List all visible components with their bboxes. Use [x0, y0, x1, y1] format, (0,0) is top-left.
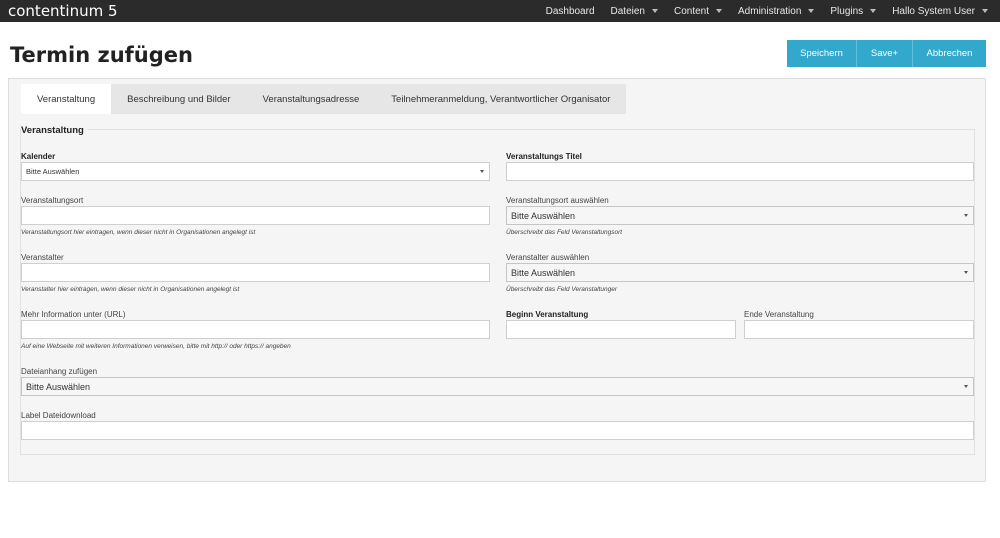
nav-plugins-label: Plugins — [830, 5, 864, 17]
veranstalter-select-hint: Überschreibt das Feld Veranstaltunger — [506, 286, 618, 293]
veranstalter-input[interactable] — [21, 263, 490, 282]
ort-input[interactable] — [21, 206, 490, 225]
kalender-label: Kalender — [21, 152, 56, 161]
chevron-down-icon — [651, 9, 658, 13]
nav-user-label: Hallo System User — [892, 5, 975, 17]
main-nav: Dashboard Dateien Content Administration… — [530, 0, 988, 22]
anhang-value: Bitte Auswählen — [26, 381, 91, 392]
nav-administration[interactable]: Administration — [738, 5, 815, 17]
nav-dashboard-label: Dashboard — [545, 5, 595, 17]
titel-label: Veranstaltungs Titel — [506, 152, 582, 161]
save-plus-button[interactable]: Save+ — [857, 40, 913, 67]
tab-bar: Veranstaltung Beschreibung und Bilder Ve… — [21, 84, 627, 114]
url-input[interactable] — [21, 320, 490, 339]
cancel-button[interactable]: Abbrechen — [913, 40, 986, 67]
url-hint: Auf eine Webseite mit weiteren Informati… — [21, 343, 291, 350]
veranstalter-label: Veranstalter — [21, 253, 64, 262]
tab-teilnehmer[interactable]: Teilnehmeranmeldung, Verantwortlicher Or… — [375, 84, 627, 114]
anhang-select[interactable]: Bitte Auswählen — [21, 377, 974, 396]
veranstalter-select[interactable]: Bitte Auswählen — [506, 263, 974, 282]
nav-dashboard[interactable]: Dashboard — [546, 6, 595, 17]
nav-plugins[interactable]: Plugins — [830, 5, 877, 17]
tab-veranstaltung[interactable]: Veranstaltung — [21, 84, 112, 114]
nav-content[interactable]: Content — [673, 5, 723, 17]
tab-beschreibung[interactable]: Beschreibung und Bilder — [111, 84, 247, 114]
kalender-value: Bitte Auswählen — [26, 167, 80, 176]
chevron-down-icon — [964, 385, 968, 388]
tab-adresse[interactable]: Veranstaltungsadresse — [246, 84, 376, 114]
ende-label: Ende Veranstaltung — [744, 310, 814, 319]
form-panel: Veranstaltung Beschreibung und Bilder Ve… — [8, 78, 986, 482]
url-label: Mehr Information unter (URL) — [21, 310, 126, 319]
action-buttons: Speichern Save+ Abbrechen — [787, 40, 986, 67]
ort-select-value: Bitte Auswählen — [511, 210, 576, 221]
chevron-down-icon — [964, 271, 968, 274]
ort-label: Veranstaltungsort — [21, 196, 84, 205]
ort-select-hint: Überschreibt das Feld Veranstaltungsort — [506, 229, 623, 236]
chevron-down-icon — [808, 9, 815, 13]
chevron-down-icon — [870, 9, 877, 13]
save-button[interactable]: Speichern — [787, 40, 857, 67]
chevron-down-icon — [964, 214, 968, 217]
anhang-label: Dateianhang zufügen — [21, 367, 98, 376]
ort-select[interactable]: Bitte Auswählen — [506, 206, 974, 225]
beginn-label: Beginn Veranstaltung — [506, 310, 589, 319]
nav-user-menu[interactable]: Hallo System User — [892, 6, 988, 17]
fieldset-legend: Veranstaltung — [21, 125, 88, 136]
titel-input[interactable] — [506, 162, 974, 181]
ort-select-label: Veranstaltungsort auswählen — [506, 196, 609, 205]
beginn-input[interactable] — [506, 320, 736, 339]
nav-administration-label: Administration — [738, 5, 802, 17]
veranstalter-select-value: Bitte Auswählen — [511, 267, 576, 278]
chevron-down-icon — [716, 9, 723, 13]
nav-content-label: Content — [673, 5, 710, 17]
label-download-input[interactable] — [21, 421, 974, 440]
veranstalter-select-label: Veranstalter auswählen — [506, 253, 590, 262]
veranstalter-hint: Veranstalter hier eintragen, wenn dieser… — [21, 286, 240, 293]
ende-input[interactable] — [744, 320, 974, 339]
brand-logo[interactable]: contentinum 5 — [8, 2, 118, 20]
kalender-select[interactable]: Bitte Auswählen — [21, 162, 490, 181]
page-title: Termin zufügen — [10, 43, 193, 67]
nav-dateien[interactable]: Dateien — [611, 6, 658, 17]
label-download-label: Label Dateidownload — [21, 411, 96, 420]
top-navbar: contentinum 5 Dashboard Dateien Content … — [0, 0, 1000, 22]
nav-dateien-label: Dateien — [610, 5, 645, 17]
ort-hint: Veranstaltungsort hier eintragen, wenn d… — [21, 229, 256, 236]
chevron-down-icon — [982, 9, 988, 13]
chevron-down-icon — [480, 170, 484, 173]
